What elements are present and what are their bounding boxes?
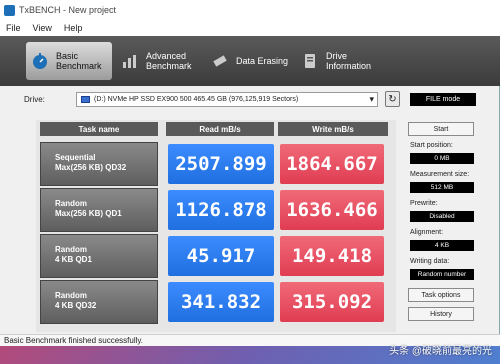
history-button[interactable]: History <box>408 307 474 321</box>
tab-label: Benchmark <box>146 61 192 71</box>
writing-data-field[interactable]: Random number <box>410 269 474 280</box>
read-result: 1126.878 <box>168 190 274 230</box>
window-title: TxBENCH - New project <box>19 5 117 15</box>
alignment-label: Alignment: <box>410 229 444 236</box>
eraser-icon <box>210 51 230 71</box>
write-result: 1636.466 <box>280 190 384 230</box>
drive-label: Drive: <box>24 95 45 104</box>
menu-file[interactable]: File <box>0 23 27 33</box>
task-button-seq-q32[interactable]: Sequential Max(256 KB) QD32 <box>40 142 158 186</box>
tab-drive-information[interactable]: Drive Information <box>296 42 382 80</box>
table-row: Random Max(256 KB) QD1 1126.878 1636.466 <box>40 188 390 232</box>
task-line1: Random <box>55 245 87 254</box>
start-position-field[interactable]: 0 MB <box>410 153 474 164</box>
start-button[interactable]: Start <box>408 122 474 136</box>
task-line2: Max(256 KB) QD32 <box>55 163 127 172</box>
tab-label: Drive <box>326 51 348 61</box>
alignment-field[interactable]: 4 KB <box>410 240 474 251</box>
task-line2: Max(256 KB) QD1 <box>55 209 122 218</box>
table-row: Sequential Max(256 KB) QD32 2507.899 186… <box>40 142 390 186</box>
drive-select[interactable]: (D:) NVMe HP SSD EX900 500 465.45 GB (97… <box>76 92 378 107</box>
drive-row: Drive: (D:) NVMe HP SSD EX900 500 465.45… <box>0 88 500 110</box>
title-bar: TxBENCH - New project <box>0 0 500 20</box>
table-row: Random 4 KB QD32 341.832 315.092 <box>40 280 390 324</box>
task-button-rnd-4k-q32[interactable]: Random 4 KB QD32 <box>40 280 158 324</box>
task-button-rnd-4k-q1[interactable]: Random 4 KB QD1 <box>40 234 158 278</box>
header-task-name: Task name <box>40 122 158 136</box>
read-result: 341.832 <box>168 282 274 322</box>
tab-bar: Basic Benchmark Advanced Benchmark Data Er… <box>0 36 500 86</box>
tab-label: Benchmark <box>56 61 102 71</box>
bar-chart-icon <box>120 51 140 71</box>
watermark-text: 头条 @破晓前最亮的光 <box>389 346 492 357</box>
app-window: TxBENCH - New project File View Help Bas… <box>0 0 500 346</box>
tab-advanced-benchmark[interactable]: Advanced Benchmark <box>116 42 202 80</box>
refresh-icon: ↻ <box>388 93 397 105</box>
measurement-size-field[interactable]: 512 MB <box>410 182 474 193</box>
read-result: 2507.899 <box>168 144 274 184</box>
table-row: Random 4 KB QD1 45.917 149.418 <box>40 234 390 278</box>
writing-data-label: Writing data: <box>410 258 450 265</box>
tab-label: Information <box>326 61 372 71</box>
write-result: 149.418 <box>280 236 384 276</box>
prewrite-field[interactable]: Disabled <box>410 211 474 222</box>
task-line2: 4 KB QD1 <box>55 255 92 264</box>
measurement-size-label: Measurement size: <box>410 171 470 178</box>
task-line2: 4 KB QD32 <box>55 301 97 310</box>
menu-bar: File View Help <box>0 20 500 36</box>
chevron-down-icon: ▾ <box>369 94 374 104</box>
header-read: Read mB/s <box>166 122 274 136</box>
disk-icon <box>81 96 90 103</box>
task-button-rnd-max-q1[interactable]: Random Max(256 KB) QD1 <box>40 188 158 232</box>
header-write: Write mB/s <box>278 122 388 136</box>
tab-label: Data Erasing <box>236 56 289 66</box>
app-logo-icon <box>4 4 15 16</box>
tab-label: Basic <box>56 51 79 61</box>
tab-data-erasing[interactable]: Data Erasing <box>206 42 292 80</box>
file-mode-button[interactable]: FILE mode <box>410 93 476 106</box>
menu-view[interactable]: View <box>27 23 58 33</box>
tab-basic-benchmark[interactable]: Basic Benchmark <box>26 42 112 80</box>
menu-help[interactable]: Help <box>58 23 89 33</box>
prewrite-label: Prewrite: <box>410 200 438 207</box>
start-position-label: Start position: <box>410 142 453 149</box>
tab-label: Advanced <box>146 51 187 61</box>
task-line1: Random <box>55 291 87 300</box>
write-result: 1864.667 <box>280 144 384 184</box>
task-line1: Random <box>55 199 87 208</box>
refresh-button[interactable]: ↻ <box>385 91 400 107</box>
task-line1: Sequential <box>55 153 96 162</box>
write-result: 315.092 <box>280 282 384 322</box>
task-options-button[interactable]: Task options <box>408 288 474 302</box>
info-icon <box>300 51 320 71</box>
benchmark-table: Task name Read mB/s Write mB/s Sequentia… <box>36 120 396 332</box>
drive-selected-value: (D:) NVMe HP SSD EX900 500 465.45 GB (97… <box>94 96 299 103</box>
stopwatch-icon <box>30 51 50 71</box>
read-result: 45.917 <box>168 236 274 276</box>
